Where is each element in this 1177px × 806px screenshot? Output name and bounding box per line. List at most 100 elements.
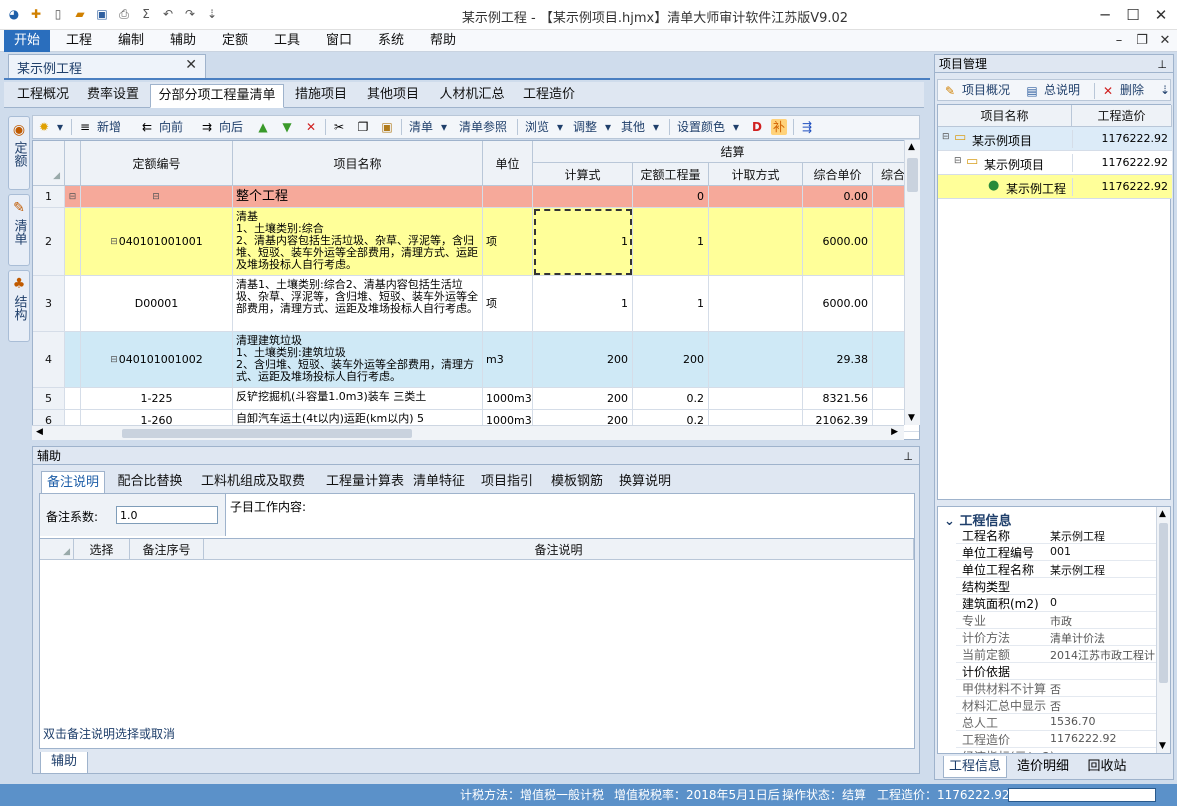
lightbulb-icon[interactable]: ✹ <box>36 119 52 135</box>
sum-icon[interactable]: Σ <box>138 6 154 22</box>
grid-row-2-quota_qty[interactable]: 1 <box>633 208 709 276</box>
tab-mix-replace[interactable]: 配合比替换 <box>111 471 189 493</box>
grid-row-5-unit[interactable]: 1000m3 <box>483 388 533 410</box>
collapse-icon[interactable]: ⊟ <box>152 191 160 203</box>
grid-row-3-code[interactable]: D00001 <box>81 276 233 332</box>
close-tab-icon[interactable]: ✕ <box>185 57 197 73</box>
menu-1[interactable]: 工程 <box>56 30 102 52</box>
menu-5[interactable]: 工具 <box>264 30 310 52</box>
grid-row-2-name[interactable]: 清基 1、土壤类别:综合 2、清基内容包括生活垃圾、杂草、浮泥等，含归堆、短驳、… <box>233 208 483 276</box>
new-file-icon[interactable]: ▯ <box>50 6 66 22</box>
grid-row-4-code[interactable]: ⊟ 040101001002 <box>81 332 233 388</box>
pin-icon[interactable]: ⊥ <box>1157 56 1167 74</box>
browse-menu[interactable]: 浏览 <box>525 116 549 138</box>
grid-corner[interactable]: ◢ <box>33 141 65 186</box>
minimize-icon[interactable]: ─ <box>1091 4 1119 26</box>
grid-row-1-name[interactable]: 整个工程 <box>233 186 483 208</box>
menu-6[interactable]: 窗口 <box>316 30 362 52</box>
lightbulb-dropdown-icon[interactable]: ▾ <box>57 116 63 138</box>
paste-icon[interactable]: ▣ <box>379 119 395 135</box>
cut-icon[interactable]: ✂ <box>331 119 347 135</box>
list-menu[interactable]: 清单 <box>409 116 433 138</box>
other-menu[interactable]: 其他 <box>621 116 645 138</box>
menu-0[interactable]: 开始 <box>4 30 51 52</box>
grid-row-1-quota_qty[interactable]: 0 <box>633 186 709 208</box>
grid-row-3-method[interactable] <box>709 276 803 332</box>
copy-icon[interactable]: ❐ <box>355 119 371 135</box>
tab-measures[interactable]: 措施项目 <box>288 84 354 108</box>
grid-row-5-unit_price[interactable]: 8321.56 <box>803 388 873 410</box>
set-color-dropdown-icon[interactable]: ▾ <box>733 116 739 138</box>
tree-node[interactable]: ● 某示例工程 1176222.92 <box>938 175 1172 199</box>
grid-row-2-code[interactable]: ⊟ 040101001001 <box>81 208 233 276</box>
col-header-remark[interactable]: 备注说明 <box>204 539 914 560</box>
redo-icon[interactable]: ↷ <box>182 6 198 22</box>
grid-row-4-no[interactable]: 4 <box>33 332 65 388</box>
grid-row-3-unit[interactable]: 项 <box>483 276 533 332</box>
browse-dropdown-icon[interactable]: ▾ <box>557 116 563 138</box>
grid-row-5-quota_qty[interactable]: 0.2 <box>633 388 709 410</box>
tab-list-features[interactable]: 清单特征 <box>413 471 465 493</box>
forward-button[interactable]: 向前 <box>159 116 183 138</box>
tab-qty-calc[interactable]: 工程量计算表 <box>317 471 413 493</box>
tree-node[interactable]: ⊟ ▭ 某示例项目 1176222.92 <box>938 151 1172 175</box>
document-tab[interactable]: 某示例工程 ✕ <box>8 54 206 78</box>
pin-icon[interactable]: ⊥ <box>903 448 913 466</box>
tab-project-info[interactable]: 工程信息 <box>943 756 1007 778</box>
grid-row-3-expander[interactable] <box>65 276 81 332</box>
list-ref-menu[interactable]: 清单参照 <box>459 116 507 138</box>
tab-item-guide[interactable]: 项目指引 <box>475 471 539 493</box>
tab-overview[interactable]: 工程概况 <box>10 84 76 108</box>
delete-icon[interactable]: ✕ <box>303 119 319 135</box>
open-folder-icon[interactable]: ▰ <box>72 6 88 22</box>
col-header-formula[interactable]: 计算式 <box>533 163 633 186</box>
col-header-project-name[interactable]: 项目名称 <box>938 105 1072 127</box>
mdi-restore-icon[interactable]: ❐ <box>1133 32 1151 50</box>
side-tab-structure[interactable]: ♣ 结构 <box>8 270 30 342</box>
mdi-close-icon[interactable]: ✕ <box>1156 32 1174 50</box>
tab-template-rebar[interactable]: 模板钢筋 <box>545 471 609 493</box>
grid-row-3-quota_qty[interactable]: 1 <box>633 276 709 332</box>
maximize-icon[interactable]: ☐ <box>1119 4 1147 26</box>
other-dropdown-icon[interactable]: ▾ <box>653 116 659 138</box>
add-button[interactable]: 新增 <box>97 116 121 138</box>
new-folder-icon[interactable]: ✚ <box>28 6 44 22</box>
supplement-icon[interactable]: 补 <box>771 119 787 135</box>
grid-row-4-unit[interactable]: m3 <box>483 332 533 388</box>
info-value[interactable]: 1536.70 <box>1050 715 1096 728</box>
grid-row-5-no[interactable]: 5 <box>33 388 65 410</box>
grid-row-3-formula[interactable]: 1 <box>533 276 633 332</box>
col-header-project-cost[interactable]: 工程造价 <box>1072 105 1172 127</box>
grid-row-2-expander[interactable] <box>65 208 81 276</box>
info-scrollbar[interactable]: ▲ ▼ <box>1156 507 1170 753</box>
grid-row-5-expander[interactable] <box>65 388 81 410</box>
tab-project-cost[interactable]: 工程造价 <box>516 84 582 108</box>
app-logo-icon[interactable]: ◕ <box>6 6 22 22</box>
col-header-remark-no[interactable]: 备注序号 <box>130 539 204 560</box>
info-value[interactable]: 某示例工程 <box>1050 562 1105 578</box>
adjust-menu[interactable]: 调整 <box>573 116 597 138</box>
info-value[interactable]: 1176222.92 <box>1050 732 1116 745</box>
grid-row-5-code[interactable]: 1-225 <box>81 388 233 410</box>
grid-row-4-name[interactable]: 清理建筑垃圾 1、土壤类别:建筑垃圾 2、含归堆、短驳、装车外运等全部费用，清理… <box>233 332 483 388</box>
side-tab-list[interactable]: ✎ 清单 <box>8 194 30 266</box>
info-value[interactable]: 市政 <box>1050 613 1072 629</box>
grid-vertical-scrollbar[interactable]: ▲ ▼ <box>904 140 920 425</box>
grid-row-3-no[interactable]: 3 <box>33 276 65 332</box>
list-menu-dropdown-icon[interactable]: ▾ <box>441 116 447 138</box>
mdi-minimize-icon[interactable]: – <box>1110 32 1128 50</box>
grid-row-5-formula[interactable]: 200 <box>533 388 633 410</box>
tab-recycle-bin[interactable]: 回收站 <box>1079 756 1135 778</box>
coef-input[interactable] <box>116 506 218 524</box>
description-button[interactable]: 总说明 <box>1044 79 1080 101</box>
menu-8[interactable]: 帮助 <box>420 30 466 52</box>
grid-row-5-method[interactable] <box>709 388 803 410</box>
tab-cost-detail[interactable]: 造价明细 <box>1011 756 1075 778</box>
info-value[interactable]: 清单计价法 <box>1050 630 1105 646</box>
grid-row-2-unit[interactable]: 项 <box>483 208 533 276</box>
col-header-method[interactable]: 计取方式 <box>709 163 803 186</box>
collapse-icon[interactable]: ⊟ <box>942 132 950 142</box>
info-value[interactable]: 2014江苏市政工程计 <box>1050 647 1155 663</box>
grid-row-4-unit_price[interactable]: 29.38 <box>803 332 873 388</box>
grid-horizontal-scrollbar[interactable]: ◀ ▶ <box>32 425 904 440</box>
